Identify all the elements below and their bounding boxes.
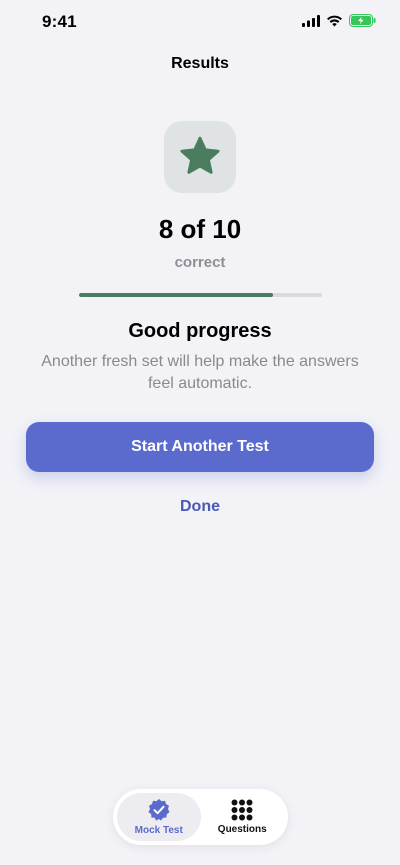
score-progress-bar bbox=[79, 293, 322, 297]
tab-label: Mock Test bbox=[134, 825, 183, 836]
wifi-icon bbox=[327, 15, 342, 26]
done-button[interactable]: Done bbox=[0, 498, 400, 516]
check-badge-icon bbox=[148, 799, 170, 821]
tab-mock-test[interactable]: Mock Test bbox=[117, 793, 201, 841]
tab-label: Questions bbox=[217, 824, 267, 835]
signal-icon bbox=[302, 14, 320, 27]
start-another-test-button[interactable]: Start Another Test bbox=[26, 422, 374, 472]
battery-icon bbox=[349, 14, 376, 27]
status-time: 9:41 bbox=[42, 12, 77, 31]
result-icon-box bbox=[164, 121, 236, 193]
tab-questions[interactable]: Questions bbox=[201, 793, 285, 841]
page-title: Results bbox=[171, 55, 229, 72]
score-subtitle: correct bbox=[174, 254, 226, 271]
tab-bar: Mock Test Questions bbox=[113, 789, 288, 845]
result-headline: Good progress bbox=[128, 320, 272, 342]
status-bar: 9:41 bbox=[0, 0, 400, 44]
result-message: Another fresh set will help make the ans… bbox=[41, 353, 359, 392]
score-progress-fill bbox=[79, 293, 274, 297]
score-text: 8 of 10 bbox=[158, 214, 242, 244]
grid-icon bbox=[231, 799, 253, 821]
star-icon bbox=[180, 136, 220, 174]
status-icons bbox=[302, 14, 376, 27]
